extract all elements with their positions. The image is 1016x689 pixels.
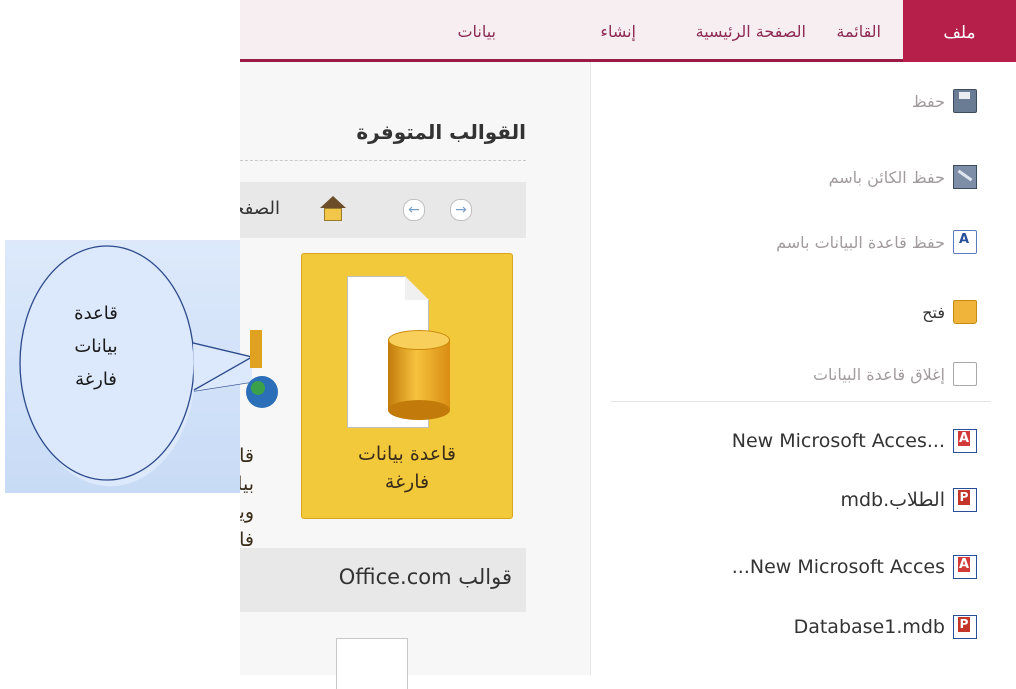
callout-text: قاعدة بيانات فارغة [60, 297, 132, 396]
callout-line2: بيانات [74, 336, 118, 357]
callout-line1: قاعدة [74, 303, 118, 324]
callout-line3: فارغة [75, 369, 117, 390]
callout-bubble [19, 245, 278, 487]
